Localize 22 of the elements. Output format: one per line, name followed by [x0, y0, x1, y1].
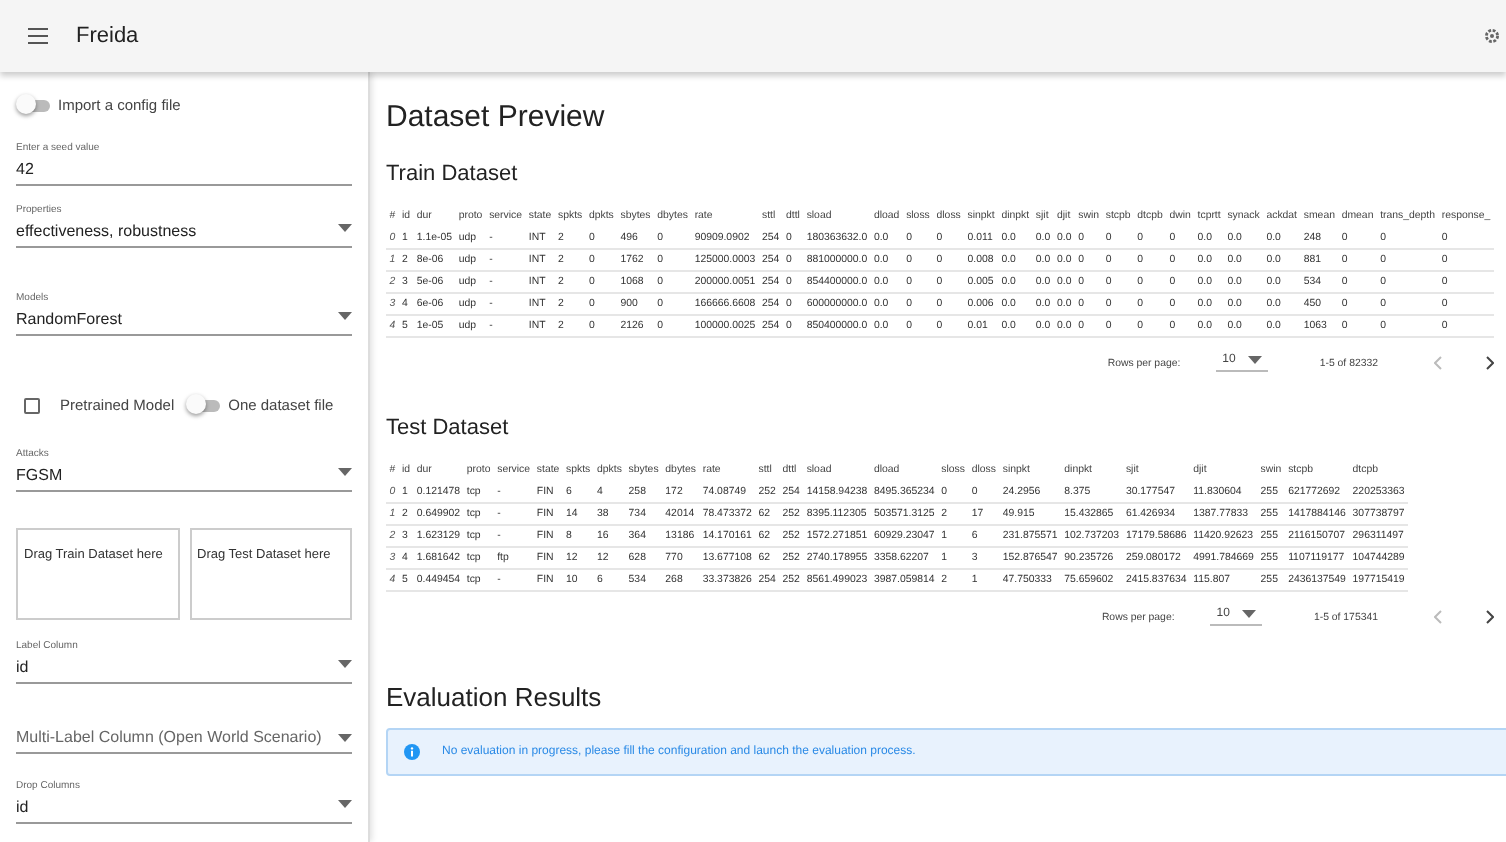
section-heading: Test Dataset	[386, 416, 511, 440]
section-heading: Train Dataset	[386, 162, 520, 186]
app-title: Freida	[76, 24, 141, 48]
menu-icon[interactable]	[28, 28, 48, 44]
section-heading: Evaluation Results	[386, 682, 604, 712]
toggle-switch[interactable]	[192, 399, 221, 411]
dropdown-caret-icon	[338, 660, 352, 668]
toggle-switch[interactable]	[22, 99, 50, 111]
dropdown-caret-icon	[1241, 610, 1256, 618]
settings-icon[interactable]	[1482, 26, 1502, 46]
page-heading: Dataset Preview	[386, 100, 607, 134]
info-icon	[404, 744, 420, 760]
next-page-icon[interactable]	[1486, 356, 1494, 370]
checkbox[interactable]	[24, 397, 40, 413]
dropdown-caret-icon	[1247, 356, 1262, 364]
dropdown-caret-icon	[338, 224, 352, 232]
dropdown-caret-icon	[338, 733, 352, 741]
dropdown-caret-icon	[338, 468, 352, 476]
next-page-icon[interactable]	[1486, 610, 1494, 624]
select-field[interactable]: Multi-Label Column (Open World Scenario)	[16, 728, 352, 754]
dropdown-caret-icon	[338, 800, 352, 808]
dropdown-caret-icon	[338, 312, 352, 320]
